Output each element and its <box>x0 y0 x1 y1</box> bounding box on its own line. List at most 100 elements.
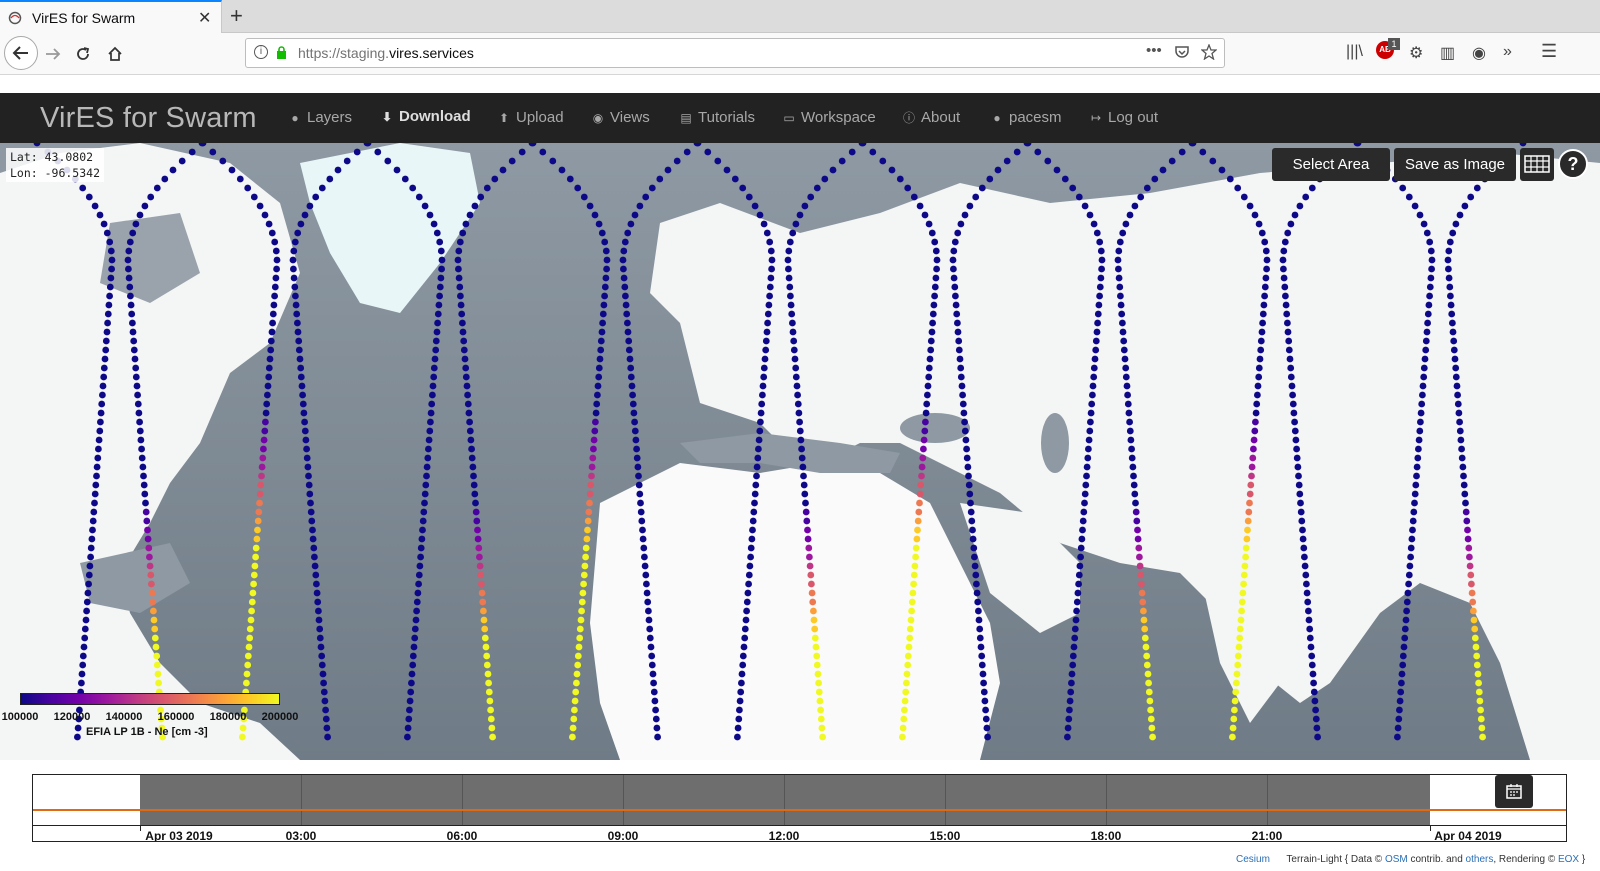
home-button[interactable] <box>100 39 130 69</box>
time-selection-range[interactable] <box>140 775 1430 825</box>
track-sample-point <box>1003 157 1011 165</box>
calendar-button[interactable] <box>1495 775 1533 808</box>
extension-gear-icon[interactable]: ⚙ <box>1409 43 1423 63</box>
address-bar[interactable]: i https://staging.vires.services ••• <box>245 38 1225 68</box>
track-sample-point <box>592 409 600 417</box>
menu-logout[interactable]: ↦ Log out <box>1089 109 1158 126</box>
track-sample-point <box>813 184 821 192</box>
track-sample-point <box>188 148 196 156</box>
track-sample-point <box>83 607 90 615</box>
track-sample-point <box>1473 661 1481 669</box>
map-viewer[interactable]: Lat: 43.0802 Lon: -96.5342 Select Area S… <box>0 143 1600 760</box>
menu-user[interactable]: ● pacesm <box>990 109 1061 126</box>
track-sample-point <box>95 445 102 453</box>
browser-tab[interactable]: VirES for Swarm ✕ <box>0 0 222 34</box>
track-sample-point <box>481 634 489 642</box>
track-sample-point <box>1143 652 1151 660</box>
track-sample-point <box>963 454 971 462</box>
track-sample-point <box>595 220 603 228</box>
track-sample-point <box>790 346 798 354</box>
track-sample-point <box>965 472 972 480</box>
track-sample-point <box>294 319 301 327</box>
track-sample-point <box>312 193 320 201</box>
track-sample-point <box>591 211 599 219</box>
track-sample-point <box>267 346 275 354</box>
track-sample-point <box>805 544 813 552</box>
track-sample-point <box>1398 679 1405 687</box>
site-info-icon[interactable]: i <box>254 45 268 59</box>
track-sample-point <box>641 562 649 570</box>
track-sample-point <box>809 598 817 606</box>
track-sample-point <box>762 346 770 354</box>
track-sample-point <box>817 715 825 723</box>
cesium-link[interactable]: Cesium <box>1236 854 1270 865</box>
track-sample-point <box>141 490 149 498</box>
graticule-toggle-button[interactable] <box>1520 148 1554 181</box>
track-sample-point <box>1426 283 1434 291</box>
menu-about[interactable]: ⓘ About <box>902 109 960 126</box>
track-sample-point <box>953 310 961 318</box>
save-image-button[interactable]: Save as Image <box>1394 148 1516 181</box>
track-sample-point <box>261 211 269 219</box>
track-sample-point <box>1077 544 1085 552</box>
track-sample-point <box>1422 346 1430 354</box>
track-sample-point <box>1240 580 1247 588</box>
library-icon[interactable]: |||\ <box>1346 43 1363 61</box>
hamburger-menu-icon[interactable]: ☰ <box>1541 41 1557 62</box>
track-sample-point <box>472 499 479 507</box>
track-sample-point <box>209 148 217 156</box>
menu-tutorials[interactable]: ▤ Tutorials <box>679 109 755 126</box>
track-sample-point <box>585 508 593 516</box>
osm-link[interactable]: OSM <box>1385 854 1408 865</box>
track-sample-point <box>309 526 316 534</box>
others-link[interactable]: others <box>1466 854 1494 865</box>
track-sample-point <box>910 580 917 588</box>
menu-views[interactable]: ◉ Views <box>591 109 650 126</box>
track-sample-point <box>259 454 267 462</box>
eox-link[interactable]: EOX <box>1558 854 1579 865</box>
track-sample-point <box>1402 616 1410 624</box>
sync-account-icon[interactable]: ◉ <box>1472 43 1486 63</box>
back-button[interactable] <box>4 36 38 70</box>
reload-button[interactable] <box>68 39 98 69</box>
track-sample-point <box>1463 517 1471 525</box>
sidebar-icon[interactable]: ▥ <box>1440 43 1455 63</box>
track-sample-point <box>1457 436 1465 444</box>
track-sample-point <box>294 229 302 237</box>
forward-button[interactable] <box>38 39 68 69</box>
menu-layers[interactable]: ● Layers <box>288 109 352 126</box>
time-slider[interactable]: Apr 03 2019 03:00 06:00 09:00 12:00 15:0… <box>32 774 1567 842</box>
track-sample-point <box>1452 220 1460 228</box>
overflow-menu-icon[interactable]: » <box>1503 43 1512 61</box>
time-gridline <box>945 775 946 825</box>
app-brand[interactable]: VirES for Swarm <box>40 102 257 135</box>
menu-download[interactable]: ⬇ Download <box>380 108 471 125</box>
track-sample-point <box>1448 310 1456 318</box>
help-button[interactable]: ? <box>1558 149 1588 179</box>
track-sample-point <box>581 562 589 570</box>
track-sample-point <box>976 634 984 642</box>
track-sample-point <box>466 211 474 219</box>
page-actions-icon[interactable]: ••• <box>1146 42 1162 59</box>
track-sample-point <box>745 580 752 588</box>
menu-upload[interactable]: ⬆ Upload <box>497 109 564 126</box>
track-sample-point <box>798 454 806 462</box>
select-area-button[interactable]: Select Area <box>1272 148 1390 181</box>
track-sample-point <box>738 679 745 687</box>
pocket-icon[interactable] <box>1174 44 1190 60</box>
track-sample-point <box>1117 292 1124 300</box>
bookmark-star-icon[interactable] <box>1201 44 1217 60</box>
track-sample-point <box>584 526 591 534</box>
track-sample-point <box>791 355 799 363</box>
track-sample-point <box>599 319 606 327</box>
new-tab-button[interactable]: + <box>230 3 243 29</box>
track-sample-point <box>1064 733 1071 741</box>
track-sample-point <box>734 733 741 741</box>
track-sample-point <box>320 688 328 696</box>
track-sample-point <box>929 310 937 318</box>
track-sample-point <box>1418 400 1426 408</box>
menu-workspace[interactable]: ▭ Workspace <box>782 109 875 126</box>
track-sample-point <box>631 427 639 435</box>
track-sample-point <box>219 157 227 165</box>
tab-close-icon[interactable]: ✕ <box>198 8 211 28</box>
